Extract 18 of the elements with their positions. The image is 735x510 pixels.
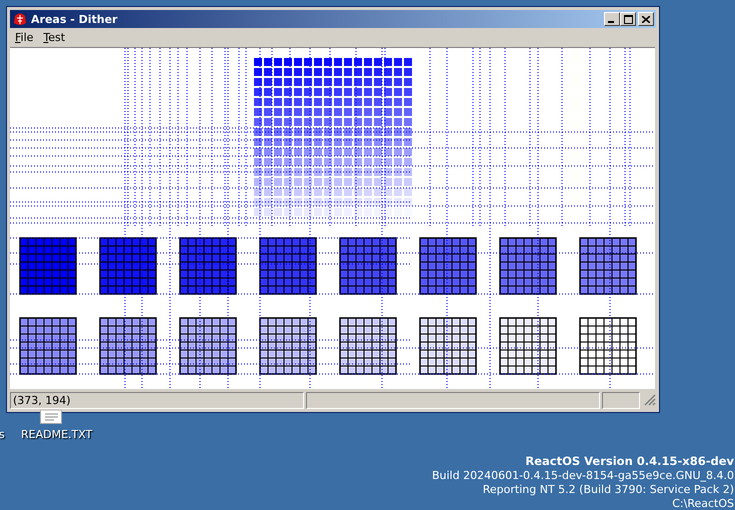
version-text: Build 20240601-0.4.15-dev-8154-ga55e9ce.GNU_8.4.0	[432, 469, 734, 483]
version-text: Reporting NT 5.2 (Build 3790: Service Pack 2)	[482, 483, 734, 497]
text-file-icon[interactable]	[40, 410, 62, 424]
menu-item[interactable]: File	[15, 31, 34, 44]
menu-item[interactable]: Test	[43, 31, 66, 44]
version-text: C:\ReactOS	[672, 497, 734, 510]
window-title: Areas - Dither	[31, 12, 118, 26]
close-button[interactable]	[638, 12, 654, 26]
status-bar-panel: (373, 194)	[10, 392, 304, 408]
version-text: ReactOS Version 0.4.15-x86-dev	[525, 453, 734, 469]
desktop-icon-label[interactable]: README.TXT	[21, 428, 92, 441]
status-bar-panel	[602, 392, 640, 408]
close-icon	[642, 16, 650, 22]
minimize-button[interactable]	[604, 12, 620, 26]
resize-grip-icon[interactable]	[644, 394, 656, 406]
app-icon	[12, 11, 28, 27]
maximize-icon	[624, 14, 632, 24]
maximize-button[interactable]	[620, 12, 636, 26]
